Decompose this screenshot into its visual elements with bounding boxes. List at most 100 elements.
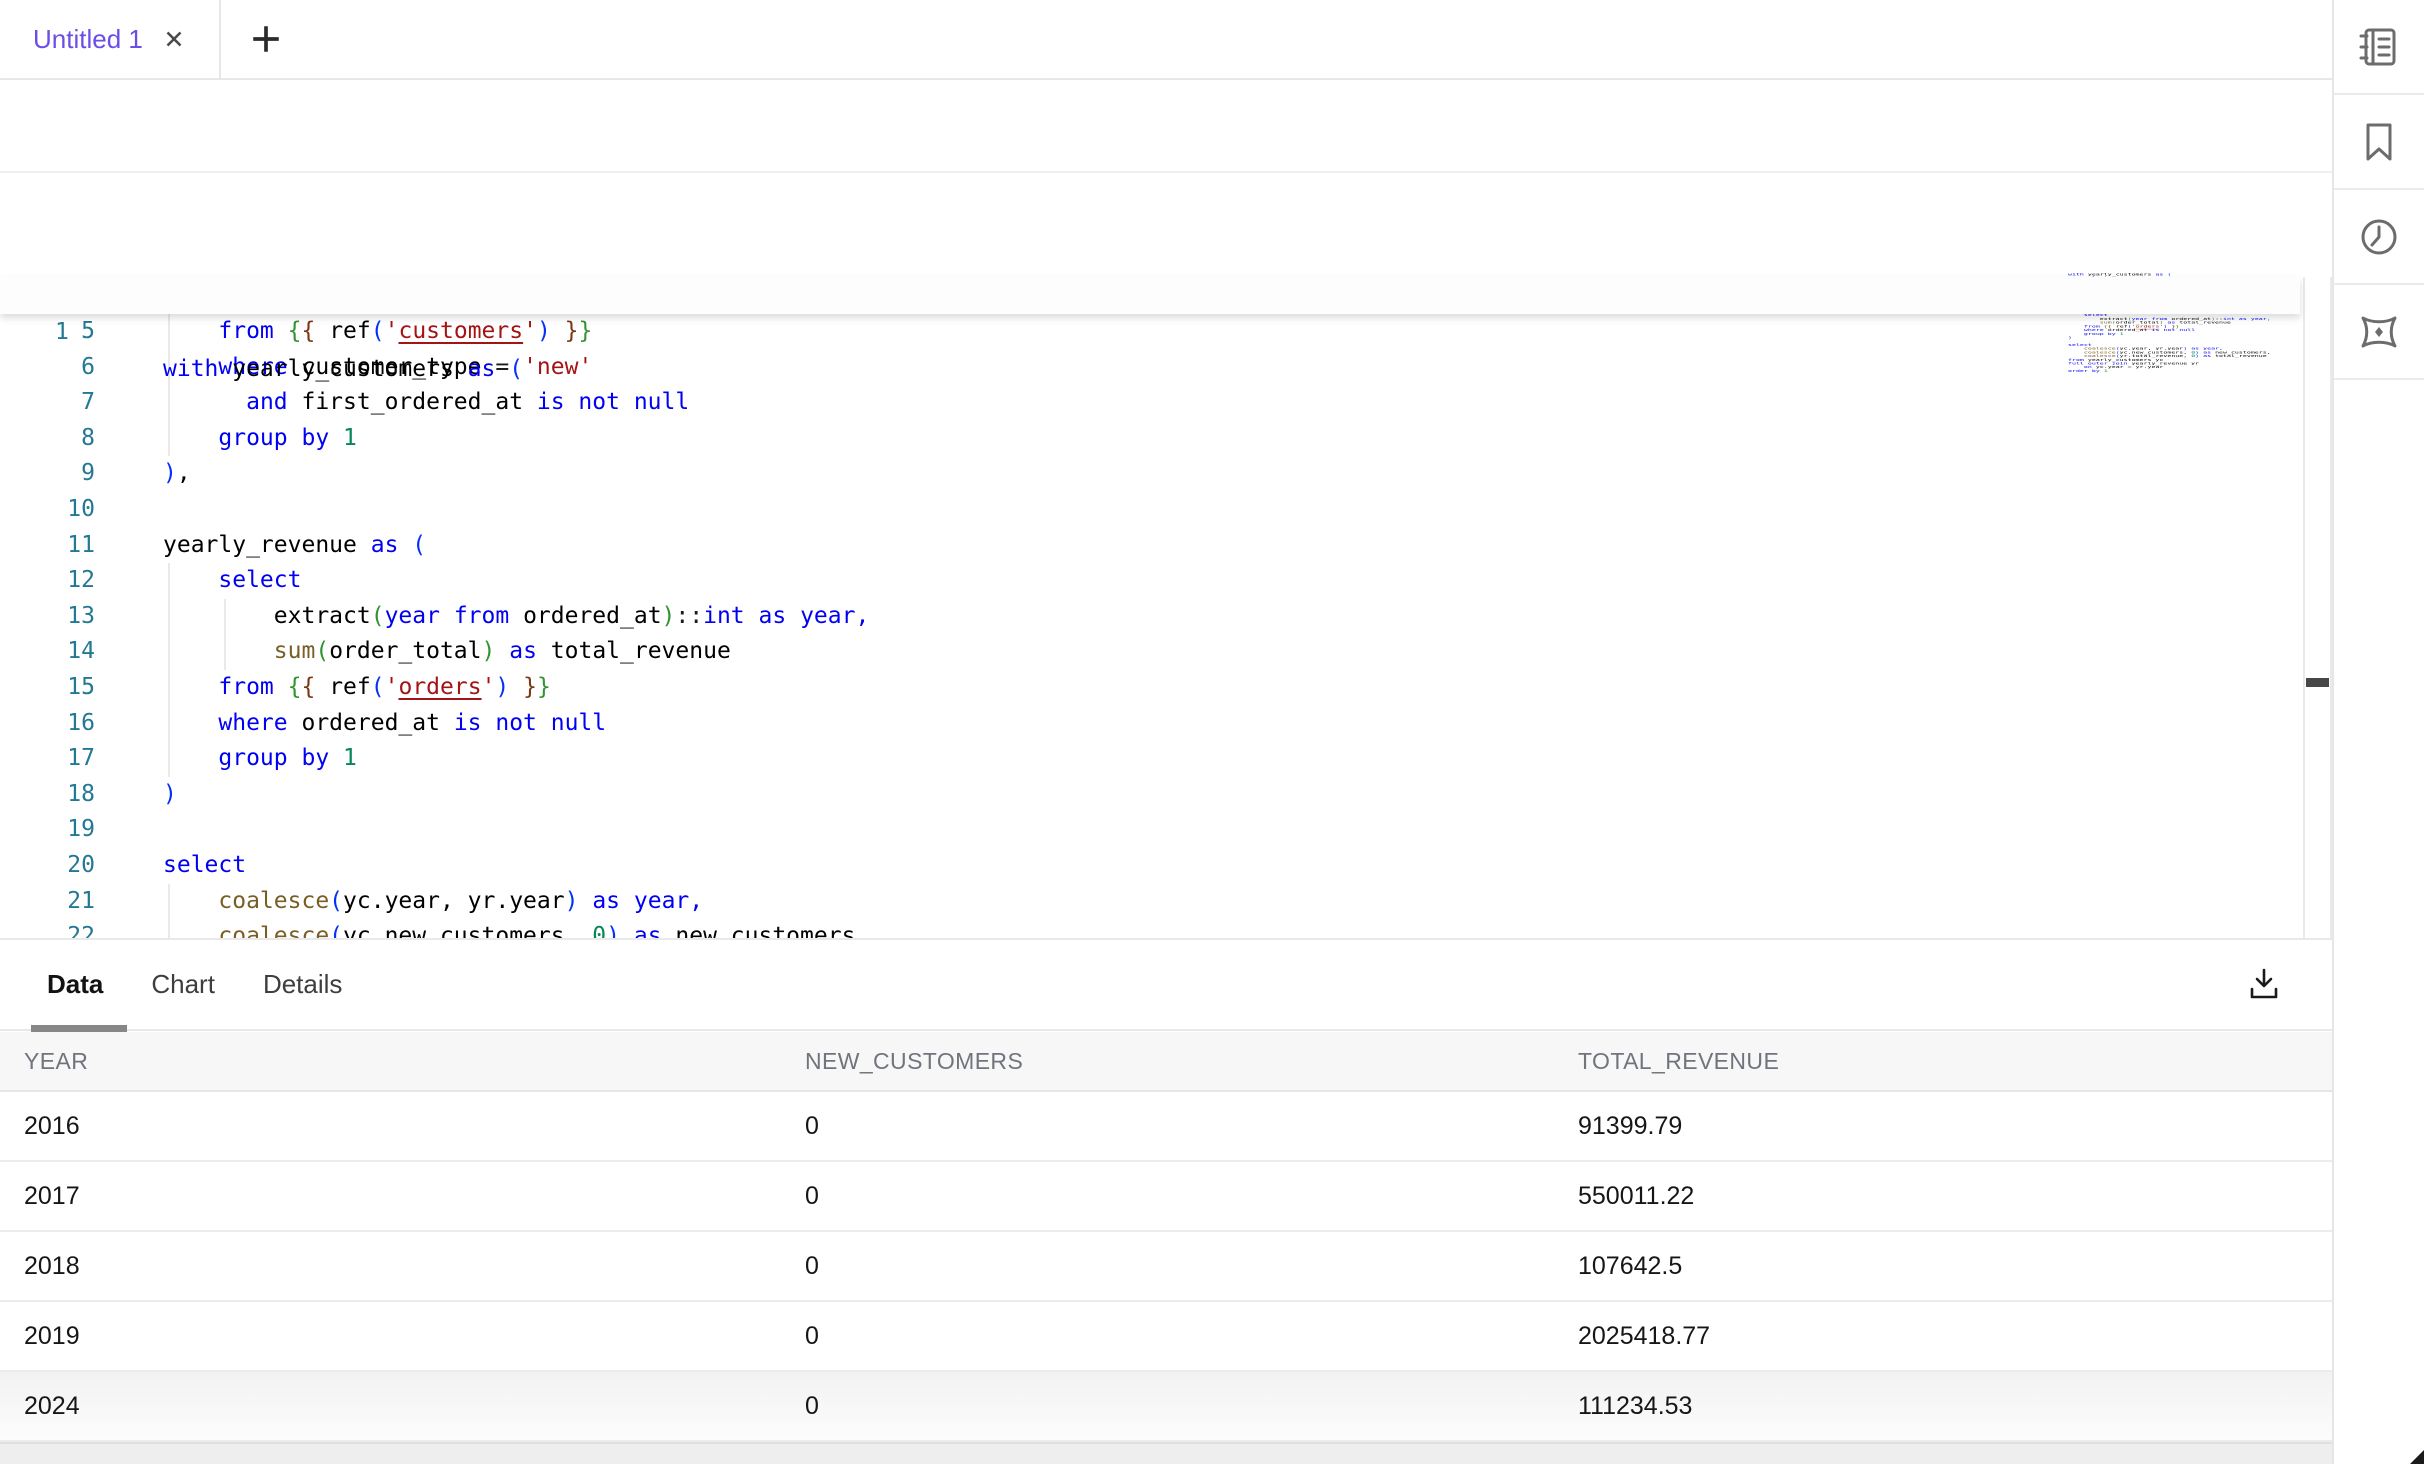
code-line[interactable]: 12 select xyxy=(0,563,2300,599)
sidebar-item-bookmarks[interactable] xyxy=(2334,95,2424,190)
table-row: 2016091399.79 xyxy=(0,1092,2332,1162)
code-line[interactable]: 9), xyxy=(0,456,2300,492)
table-cell: 0 xyxy=(805,1252,1578,1281)
results-scrollbar-strip[interactable] xyxy=(0,1442,2332,1464)
results-tab-chart[interactable]: Chart xyxy=(151,969,215,1000)
line-number: 14 xyxy=(30,634,95,670)
editor-scrollbar-track[interactable] xyxy=(2303,277,2332,938)
code-line[interactable]: 7 and first_ordered_at is not null xyxy=(0,385,2300,421)
code-text: from {{ ref('orders') }} xyxy=(163,670,551,706)
editor-scrollbar-thumb[interactable] xyxy=(2306,678,2329,687)
code-text: and first_ordered_at is not null xyxy=(163,385,689,421)
sidebar-item-history[interactable] xyxy=(2334,190,2424,285)
code-line[interactable]: 5 from {{ ref('customers') }} xyxy=(0,314,2300,350)
code-text: yearly_revenue as ( xyxy=(163,528,426,564)
ref-link[interactable]: customers xyxy=(398,318,523,344)
main-panel: Untitled 1 Develop xyxy=(0,0,2332,1464)
column-header: NEW_CUSTOMERS xyxy=(805,1048,1578,1075)
notebook-icon xyxy=(2355,23,2403,71)
results-tab-data[interactable]: Data xyxy=(47,969,103,1000)
line-number: 16 xyxy=(30,706,95,742)
table-body: 2016091399.7920170550011.2220180107642.5… xyxy=(0,1092,2332,1442)
code-line[interactable]: 16 where ordered_at is not null xyxy=(0,706,2300,742)
tab-untitled-1[interactable]: Untitled 1 xyxy=(0,0,221,79)
sql-ide-app: Untitled 1 Develop xyxy=(0,0,2424,1464)
code-line[interactable]: 14 sum(order_total) as total_revenue xyxy=(0,634,2300,670)
table-cell: 2025418.77 xyxy=(1578,1322,2332,1351)
table-cell: 2016 xyxy=(24,1112,805,1141)
line-number: 9 xyxy=(30,456,95,492)
tab-bar: Untitled 1 xyxy=(0,0,2332,80)
results-tab-details[interactable]: Details xyxy=(263,969,342,1000)
code-text: extract(year from ordered_at)::int as ye… xyxy=(163,599,869,635)
code-text: where ordered_at is not null xyxy=(163,706,606,742)
code-line[interactable]: 13 extract(year from ordered_at)::int as… xyxy=(0,599,2300,635)
line-number: 10 xyxy=(30,492,95,528)
code-text: coalesce(yc.year, yr.year) as year, xyxy=(163,884,703,920)
code-line[interactable]: 21 coalesce(yc.year, yr.year) as year, xyxy=(0,884,2300,920)
table-cell: 0 xyxy=(805,1112,1578,1141)
table-cell: 550011.22 xyxy=(1578,1182,2332,1211)
line-number: 11 xyxy=(30,528,95,564)
ref-link[interactable]: orders xyxy=(398,674,481,700)
code-line[interactable]: 10 xyxy=(0,492,2300,528)
code-text: ) xyxy=(163,777,177,813)
code-line[interactable]: 17 group by 1 xyxy=(0,741,2300,777)
table-cell: 2024 xyxy=(24,1392,805,1421)
table-cell: 111234.53 xyxy=(1578,1392,2332,1421)
table-row: 201902025418.77 xyxy=(0,1302,2332,1372)
bookmark-icon xyxy=(2355,118,2403,166)
sticky-scroll-line[interactable]: 1 with yearly_customers as ( xyxy=(0,277,2300,314)
column-header: YEAR xyxy=(24,1048,805,1075)
code-text: group by 1 xyxy=(163,741,357,777)
table-cell: 2017 xyxy=(24,1182,805,1211)
line-number: 19 xyxy=(30,812,95,848)
resize-grip-icon xyxy=(2410,1450,2424,1464)
code-text: from {{ ref('customers') }} xyxy=(163,314,592,350)
line-number: 15 xyxy=(30,670,95,706)
new-tab-plus-icon[interactable] xyxy=(249,22,283,56)
line-number: 12 xyxy=(30,563,95,599)
close-icon[interactable] xyxy=(161,26,187,52)
code-line[interactable]: 18) xyxy=(0,777,2300,813)
table-row: 20240111234.53 xyxy=(0,1372,2332,1442)
code-line[interactable]: 11 yearly_revenue as ( xyxy=(0,528,2300,564)
table-header: YEARNEW_CUSTOMERSTOTAL_REVENUE xyxy=(0,1032,2332,1092)
active-tab-underline xyxy=(31,1025,127,1032)
code-line[interactable]: 15 from {{ ref('orders') }} xyxy=(0,670,2300,706)
sticky-line-code: with yearly_customers as ( xyxy=(163,351,523,388)
table-row: 20180107642.5 xyxy=(0,1232,2332,1302)
sidebar-item-explore[interactable] xyxy=(2334,285,2424,380)
table-cell: 2019 xyxy=(24,1322,805,1351)
code-text: select xyxy=(163,563,301,599)
table-cell: 0 xyxy=(805,1322,1578,1351)
line-number: 18 xyxy=(30,777,95,813)
results-panel: Data Chart Details YEARNEW_CUSTOMERSTOTAL_… xyxy=(0,938,2332,1464)
editor-code-area[interactable]: 5 from {{ ref('customers') }}6 where cus… xyxy=(0,314,2300,955)
line-number: 13 xyxy=(30,599,95,635)
code-text: sum(order_total) as total_revenue xyxy=(163,634,731,670)
history-clock-icon xyxy=(2355,213,2403,261)
download-button[interactable] xyxy=(2240,960,2288,1008)
resize-grip[interactable] xyxy=(2410,1450,2424,1464)
table-cell: 91399.79 xyxy=(1578,1112,2332,1141)
tabs-divider xyxy=(0,1029,2332,1031)
download-icon xyxy=(2245,965,2283,1003)
toolbar: Develop Run xyxy=(0,82,2332,173)
table-row: 20170550011.22 xyxy=(0,1162,2332,1232)
table-cell: 2018 xyxy=(24,1252,805,1281)
tab-title: Untitled 1 xyxy=(33,24,143,55)
column-header: TOTAL_REVENUE xyxy=(1578,1048,2332,1075)
code-line[interactable]: 8 group by 1 xyxy=(0,421,2300,457)
code-text: ), xyxy=(163,456,191,492)
right-sidebar xyxy=(2332,0,2424,1464)
table-cell: 0 xyxy=(805,1182,1578,1211)
line-number: 21 xyxy=(30,884,95,920)
code-line[interactable]: 20select xyxy=(0,848,2300,884)
line-number: 8 xyxy=(30,421,95,457)
sql-editor[interactable]: 5 from {{ ref('customers') }}6 where cus… xyxy=(0,173,2332,938)
code-line[interactable]: 19 xyxy=(0,812,2300,848)
sidebar-item-notebook[interactable] xyxy=(2334,0,2424,95)
table-cell: 107642.5 xyxy=(1578,1252,2332,1281)
line-number: 17 xyxy=(30,741,95,777)
